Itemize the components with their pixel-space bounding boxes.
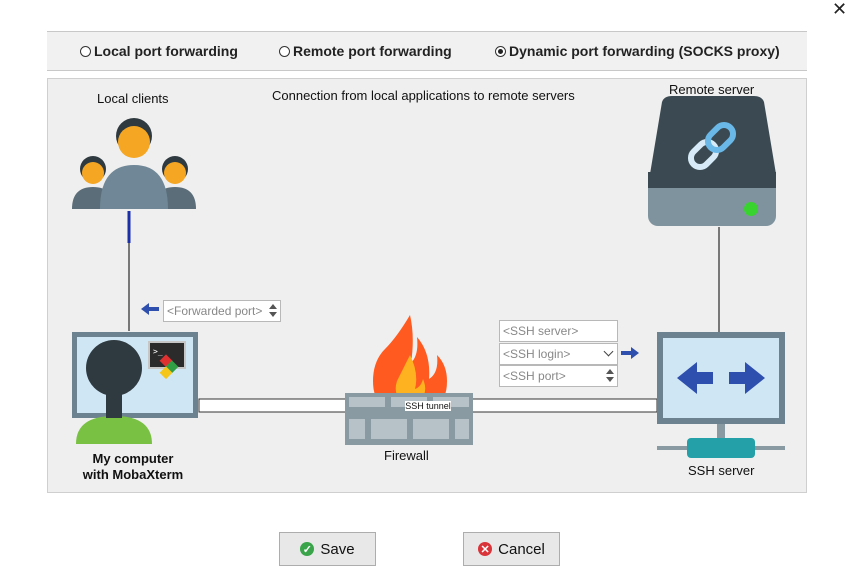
close-icon[interactable]: ✕ <box>832 0 847 18</box>
cancel-button-label: Cancel <box>498 540 545 558</box>
ssh-server-placeholder: <SSH server> <box>503 324 579 338</box>
ssh-port-spinner[interactable] <box>605 368 615 384</box>
radio-label: Dynamic port forwarding (SOCKS proxy) <box>509 43 780 59</box>
ssh-server-label: SSH server <box>688 463 755 478</box>
radio-label: Local port forwarding <box>94 43 238 59</box>
save-button[interactable]: ✓ Save <box>279 532 376 566</box>
my-computer-label: My computer with MobaXterm <box>74 451 192 483</box>
forwarded-port-field[interactable]: <Forwarded port> <box>163 300 281 322</box>
cancel-button[interactable]: ✕ Cancel <box>463 532 560 566</box>
firewall-icon <box>345 315 473 445</box>
arrow-right-icon <box>621 347 639 359</box>
forwarded-port-placeholder: <Forwarded port> <box>167 304 263 318</box>
firewall-label: Firewall <box>384 448 429 463</box>
my-computer-label-line2: with MobaXterm <box>82 467 184 482</box>
arrow-left-icon <box>141 303 159 315</box>
svg-text:>_: >_ <box>153 347 163 356</box>
ssh-login-placeholder: <SSH login> <box>503 347 571 361</box>
checkmark-icon: ✓ <box>300 542 315 556</box>
server-icon <box>648 96 776 226</box>
radio-dot <box>80 45 91 57</box>
diagram-panel: Local clients Connection from local appl… <box>47 78 807 493</box>
radio-remote-port-forwarding[interactable]: Remote port forwarding <box>279 43 452 59</box>
my-computer-label-line1: My computer <box>92 451 174 466</box>
forwarded-port-spinner[interactable] <box>268 303 278 319</box>
radio-dot <box>279 45 290 57</box>
radio-dot-selected <box>495 45 506 57</box>
save-button-label: Save <box>320 540 355 558</box>
ssh-login-dropdown[interactable]: <SSH login> <box>499 343 618 365</box>
mode-selector: Local port forwarding Remote port forwar… <box>47 31 807 71</box>
chevron-down-icon[interactable] <box>603 346 614 357</box>
ssh-port-field[interactable]: <SSH port> <box>499 365 618 387</box>
cancel-icon: ✕ <box>478 542 493 556</box>
radio-dynamic-port-forwarding[interactable]: Dynamic port forwarding (SOCKS proxy) <box>495 43 780 59</box>
ssh-port-placeholder: <SSH port> <box>503 369 566 383</box>
ssh-server-field[interactable]: <SSH server> <box>499 320 618 342</box>
radio-label: Remote port forwarding <box>293 43 452 59</box>
users-icon <box>72 118 196 209</box>
ssh-server-icon <box>657 332 785 458</box>
radio-local-port-forwarding[interactable]: Local port forwarding <box>80 43 238 59</box>
my-computer-icon: >_ <box>72 332 198 444</box>
